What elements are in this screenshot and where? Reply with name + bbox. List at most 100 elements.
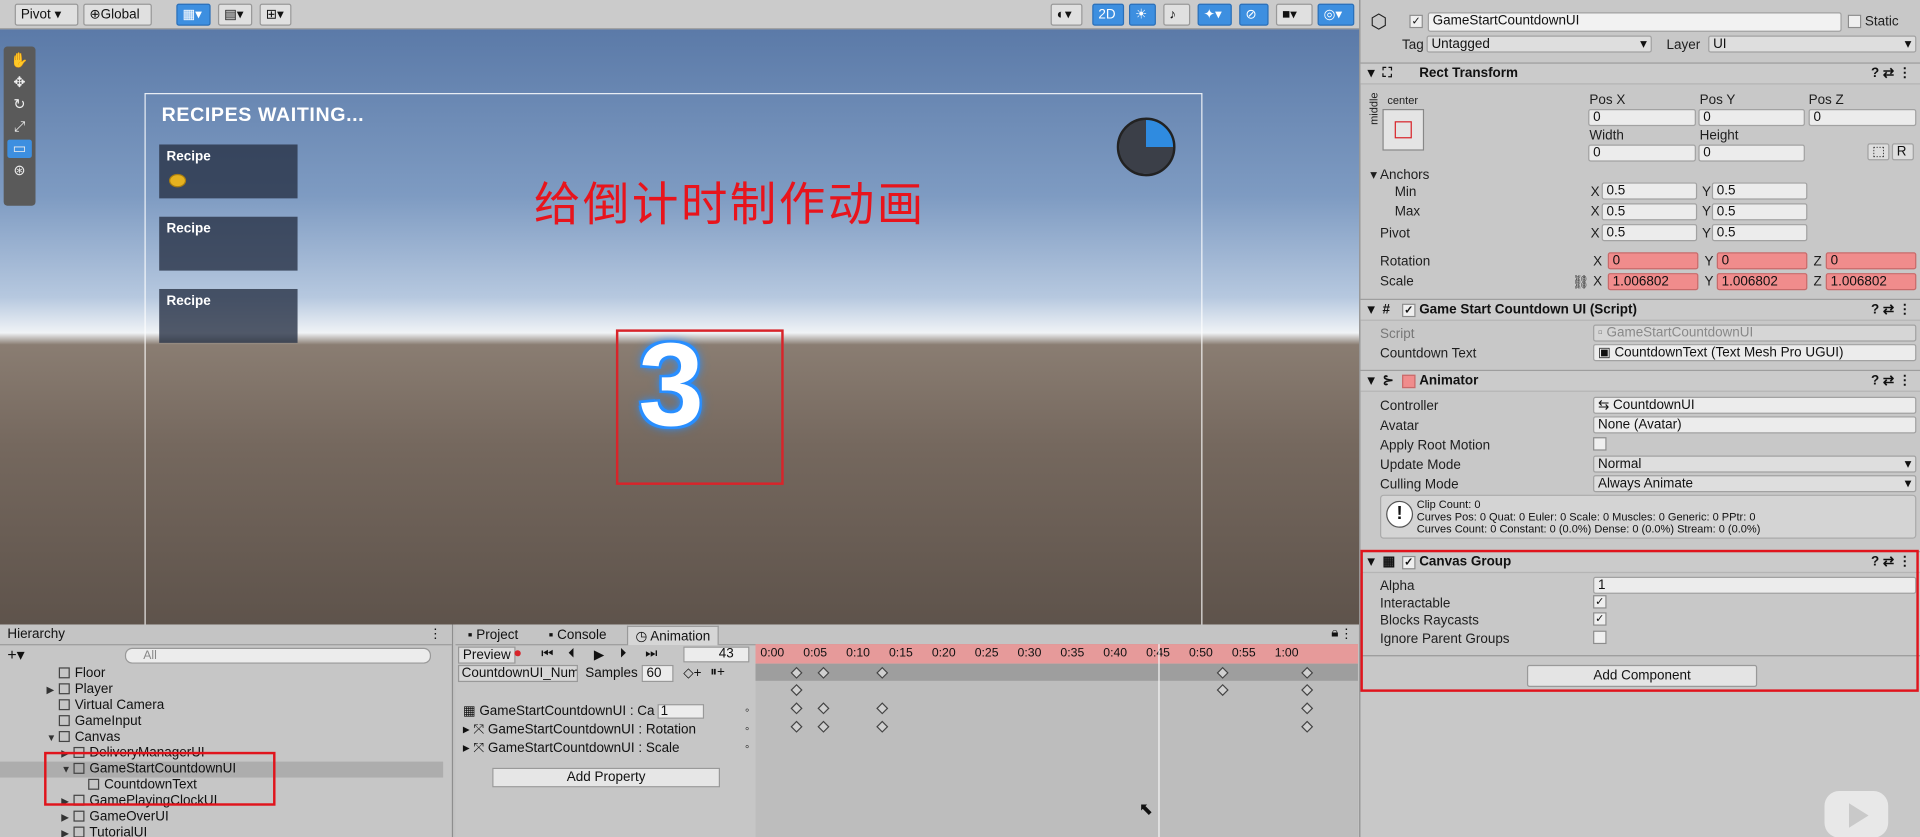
frame-field[interactable]: 43 [683,646,750,663]
keyframe-icon[interactable] [876,702,889,715]
hierarchy-item[interactable]: ▶ GameOverUI [0,809,443,825]
animated-property-row[interactable]: ▸ ⤧ GameStartCountdownUI : Scale ◦ [463,740,750,757]
keyframe-icon[interactable] [817,702,830,715]
hidden-objects-icon[interactable]: ⊘ [1239,3,1269,26]
ruler-icon[interactable]: ⊞▾ [259,3,292,26]
lock-icon[interactable]: 🔒︎ [1331,626,1338,642]
hierarchy-item[interactable]: ▶ TutorialUI [0,825,443,837]
clip-dropdown[interactable]: CountdownUI_Num [457,664,578,683]
pos-x-field[interactable]: 0 [1588,108,1696,127]
animated-property-row[interactable]: ▦ GameStartCountdownUI : Ca 1 ◦ [463,703,749,720]
enabled-checkbox[interactable]: ✓ [1402,303,1416,318]
object-name-field[interactable]: GameStartCountdownUI [1427,12,1842,32]
update-mode-dropdown[interactable]: Normal ▾ [1593,455,1917,473]
hierarchy-tab[interactable]: Hierarchy [7,627,65,642]
add-keyframe-icon[interactable]: ◇+ [683,665,701,681]
next-keyframe-icon[interactable]: ⏵ [620,647,627,663]
timeline-ruler[interactable]: 0:000:050:100:150:200:250:300:350:400:45… [755,644,1358,664]
constrain-proportions-icon[interactable]: ⛓ [1572,274,1589,291]
rotation-x-field[interactable]: 0 [1607,252,1699,270]
rect-tool-icon[interactable]: ▭ [7,139,32,158]
collapsed-arrow-icon[interactable]: ▶ [61,809,73,825]
keyframe-icon[interactable] [817,720,830,733]
global-toggle[interactable]: ⊕Global ▾ [83,3,152,42]
add-icon[interactable]: +▾ [7,645,24,665]
effects-icon[interactable]: ✦▾ [1197,3,1232,26]
keyframe-icon[interactable] [790,720,803,733]
countdown-text-field[interactable]: ▣ CountdownText (Text Mesh Pro UGUI) [1593,344,1917,362]
avatar-field[interactable]: None (Avatar) [1593,416,1917,434]
record-icon[interactable]: ⏺ [514,647,521,663]
preview-button[interactable]: Preview [457,646,516,664]
property-value-field[interactable]: 1 [656,704,704,719]
hierarchy-item[interactable]: Floor [0,666,443,682]
pos-y-field[interactable]: 0 [1698,108,1805,127]
rotation-y-field[interactable]: 0 [1716,252,1808,270]
animated-property-row[interactable]: ▸ ⤧ GameStartCountdownUI : Rotation ◦ [463,721,750,738]
anchor-min-y-field[interactable]: 0.5 [1711,182,1808,200]
pivot-x-field[interactable]: 0.5 [1601,224,1698,242]
add-property-button[interactable]: Add Property [492,767,721,788]
gizmos-icon[interactable]: ◎▾ [1317,3,1355,26]
hierarchy-item[interactable]: ▼ Canvas [0,730,443,746]
script-component-header[interactable]: ▾ # ✓ Game Start Countdown UI (Script) ?… [1360,298,1920,321]
keyframe-icon[interactable] [1301,702,1314,715]
prev-keyframe-icon[interactable]: ⏴ [568,647,575,663]
collapsed-arrow-icon[interactable]: ▶ [47,682,59,698]
scale-y-field[interactable]: 1.006802 [1716,273,1808,291]
lighting-icon[interactable]: ☀ [1128,3,1156,26]
playhead[interactable] [1158,644,1160,837]
pos-z-field[interactable]: 0 [1808,108,1917,127]
audio-icon[interactable]: ♪ [1163,3,1191,26]
tab-console[interactable]: ▪ Console [541,626,614,646]
anchors-label[interactable]: ▾ Anchors [1370,167,1429,183]
keyframe-icon[interactable] [1301,683,1314,697]
component-menu-icons[interactable]: ? ⇄ ⋮ [1871,64,1911,85]
tab-animation[interactable]: ◷ Animation [626,625,719,646]
play-icon[interactable]: ▶ [594,647,604,663]
keyframe-icon[interactable] [790,702,803,715]
animator-header[interactable]: ▾ ⊱ Animator ? ⇄ ⋮ [1360,369,1920,392]
anchor-preset-button[interactable] [1382,108,1425,151]
property-options-icon[interactable]: ◦ [745,703,749,720]
property-options-icon[interactable]: ◦ [745,740,749,757]
anchor-min-x-field[interactable]: 0.5 [1601,182,1698,200]
rotate-tool-icon[interactable]: ↻ [7,96,31,114]
last-keyframe-icon[interactable]: ⏭ [645,647,657,663]
rect-transform-header[interactable]: ▾ ⛶ Rect Transform ? ⇄ ⋮ [1360,62,1920,85]
menu-icon[interactable]: ⋮ [1340,626,1353,642]
hierarchy-item[interactable]: GameInput [0,714,443,730]
culling-mode-dropdown[interactable]: Always Animate ▾ [1593,475,1917,493]
add-event-icon[interactable]: ⏸+ [710,665,725,681]
menu-icon[interactable]: ⋮ [429,626,442,642]
rotation-z-field[interactable]: 0 [1825,252,1917,270]
move-tool-icon[interactable]: ✥ [7,73,31,91]
height-field[interactable]: 0 [1698,144,1805,162]
layer-dropdown[interactable]: UI ▾ [1708,35,1917,53]
collapse-icon[interactable]: ▾ [1368,64,1375,85]
camera-icon[interactable]: ■▾ [1275,3,1313,26]
scene-view[interactable]: ✋ ✥ ↻ ⤢ ▭ ⊛ RECIPES WAITING... Recipe Re… [0,29,1360,625]
collapse-icon[interactable]: ▾ [1368,371,1375,392]
hierarchy-item[interactable]: ▶ Player [0,682,443,698]
hierarchy-search-input[interactable]: All [124,647,432,664]
component-menu-icons[interactable]: ? ⇄ ⋮ [1871,371,1911,392]
collapsed-arrow-icon[interactable]: ▶ [61,825,73,837]
samples-field[interactable]: 60 [641,664,674,683]
hierarchy-item[interactable]: Virtual Camera [0,698,443,714]
scale-tool-icon[interactable]: ⤢ [7,118,31,136]
pivot-y-field[interactable]: 0.5 [1711,224,1808,242]
mode-2d-button[interactable]: 2D [1092,3,1125,26]
shading-mode-icon[interactable]: ◐▾ [1050,3,1083,26]
scale-z-field[interactable]: 1.006802 [1825,273,1917,291]
grid-snap-icon[interactable]: ▦▾ [176,3,211,26]
raw-edit-button[interactable]: R [1891,143,1914,161]
component-menu-icons[interactable]: ? ⇄ ⋮ [1871,300,1911,321]
property-options-icon[interactable]: ◦ [745,721,749,738]
increment-snap-icon[interactable]: ▤▾ [217,3,253,26]
hand-tool-icon[interactable]: ✋ [7,51,31,69]
scale-x-field[interactable]: 1.006802 [1607,273,1699,291]
enabled-checkbox[interactable] [1402,374,1416,389]
tag-dropdown[interactable]: Untagged ▾ [1426,35,1652,53]
keyframe-icon[interactable] [1216,683,1229,697]
